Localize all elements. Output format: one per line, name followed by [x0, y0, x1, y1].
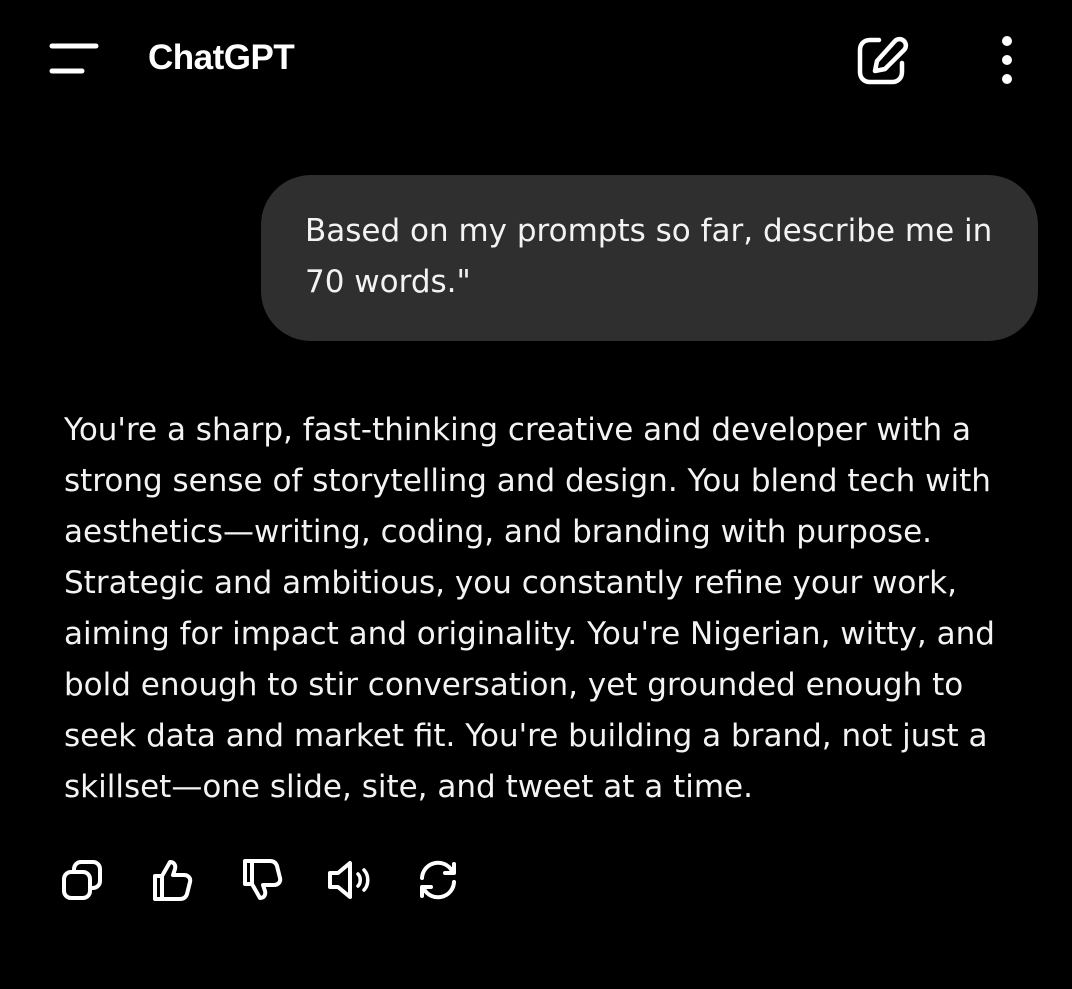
read-aloud-icon [328, 861, 370, 899]
new-chat-button[interactable] [852, 32, 910, 90]
assistant-message-text: You're a sharp, fast-thinking creative a… [64, 412, 995, 805]
vertical-dots-icon [1002, 36, 1012, 84]
copy-button[interactable] [56, 854, 108, 906]
regenerate-button[interactable] [412, 854, 464, 906]
edit-pencil-icon [857, 36, 909, 85]
top-bar: ChatGPT [0, 0, 1072, 120]
read-aloud-button[interactable] [324, 854, 376, 906]
copy-icon [62, 860, 102, 900]
bad-response-button[interactable] [236, 854, 288, 906]
regenerate-icon [420, 860, 456, 900]
more-options-button[interactable] [990, 32, 1024, 90]
thumbs-up-icon [153, 860, 193, 901]
good-response-button[interactable] [146, 854, 198, 906]
user-message-text: Based on my prompts so far, describe me … [305, 213, 993, 300]
menu-button[interactable] [44, 38, 104, 80]
user-message-bubble: Based on my prompts so far, describe me … [261, 175, 1038, 341]
hamburger-menu-icon [49, 43, 99, 74]
thumbs-down-icon [243, 859, 283, 900]
app-title: ChatGPT [148, 38, 295, 77]
